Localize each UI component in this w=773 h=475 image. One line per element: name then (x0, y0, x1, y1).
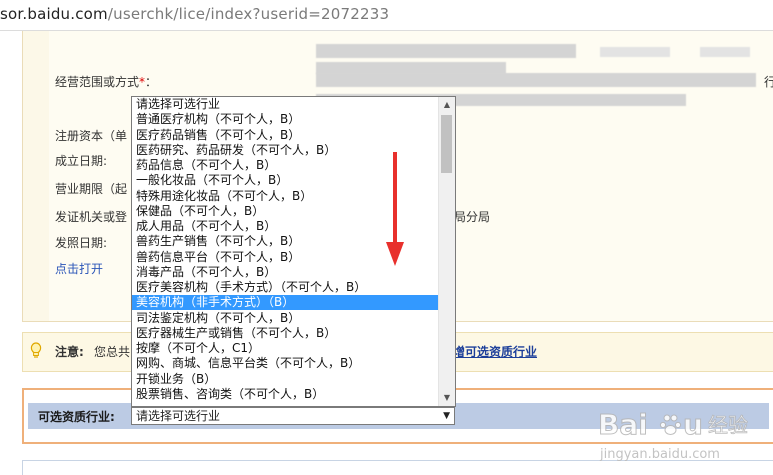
dropdown-option[interactable]: 医疗美容机构（手术方式）（不可个人，B） (132, 280, 441, 295)
industry-select[interactable]: 请选择可选行业 ▼ (131, 407, 455, 425)
dropdown-option[interactable]: 股票销售、咨询类（不可个人，B） (132, 387, 441, 402)
scope-label-text: 经营范围或方式 (55, 75, 140, 89)
click-open-link[interactable]: 点击打开 (55, 260, 103, 277)
dropdown-option[interactable]: 司法鉴定机构（不可个人，B） (132, 311, 441, 326)
baidu-paw-icon (659, 414, 682, 435)
notice-text: 您总共 (94, 345, 131, 359)
lightbulb-icon (30, 342, 42, 358)
redacted-value (316, 44, 576, 58)
established-date-label: 成立日期: (55, 154, 108, 168)
baidu-jingyan-watermark: Bai u 经验 jingyan.baidu.com (598, 408, 749, 463)
url-path: /userchk/lice/index?userid=2072233 (107, 5, 390, 23)
address-bar[interactable]: sor.baidu.com/userchk/lice/index?userid=… (0, 0, 773, 31)
dropdown-option[interactable]: 按摩（不可个人，C1） (132, 341, 441, 356)
issue-date-label: 发照日期: (55, 236, 108, 250)
issuing-authority-label: 发证机关或登 (55, 210, 128, 224)
redacted-value (700, 47, 750, 57)
red-arrow-down-icon (386, 152, 404, 266)
dropdown-arrow-icon[interactable]: ▼ (443, 408, 450, 424)
business-term-label: 营业期限（起 (55, 182, 128, 196)
watermark-domain: jingyan.baidu.com (599, 447, 720, 462)
dropdown-scrollbar[interactable]: ▲ ▼ (438, 97, 455, 406)
url-host: sor.baidu.com (0, 5, 108, 23)
industry-select-value: 请选择可选行业 (136, 409, 221, 423)
dropdown-option[interactable]: 医疗器械生产或销售（不可个人，B） (132, 326, 441, 341)
dropdown-option-highlighted[interactable]: 美容机构（非手术方式）（B） (132, 295, 441, 311)
watermark-brand: Bai (598, 408, 648, 441)
scroll-down-icon[interactable]: ▼ (439, 390, 455, 406)
watermark-brand-tail: u (683, 408, 703, 441)
scope-value-tail: 行 (764, 75, 773, 89)
issuing-authority-value: 局分局 (454, 210, 491, 224)
dropdown-option[interactable]: 请选择可选行业 (132, 97, 441, 112)
dropdown-option[interactable]: 普通医疗机构（不可个人，B） (132, 112, 441, 127)
url-text[interactable]: sor.baidu.com/userchk/lice/index?userid=… (0, 5, 389, 23)
registered-capital-label: 注册资本（单 (55, 129, 128, 143)
watermark-cn: 经验 (708, 413, 748, 437)
redacted-value (600, 47, 670, 57)
notice-label: 注意: (55, 345, 84, 359)
scroll-up-icon[interactable]: ▲ (439, 97, 455, 113)
scope-label: 经营范围或方式*： (55, 73, 157, 90)
scroll-thumb[interactable] (441, 115, 452, 173)
dropdown-option[interactable]: 开锁业务（B） (132, 372, 441, 387)
scope-label-colon: ： (145, 75, 158, 89)
dropdown-option[interactable]: 医疗药品销售（不可个人，B） (132, 128, 441, 143)
dropdown-option[interactable]: 网购、商城、信息平台类（不可个人，B） (132, 356, 441, 371)
redacted-value (316, 73, 756, 87)
add-industry-link[interactable]: 增可选资质行业 (453, 343, 537, 360)
industry-select-label: 可选资质行业: (38, 410, 115, 424)
